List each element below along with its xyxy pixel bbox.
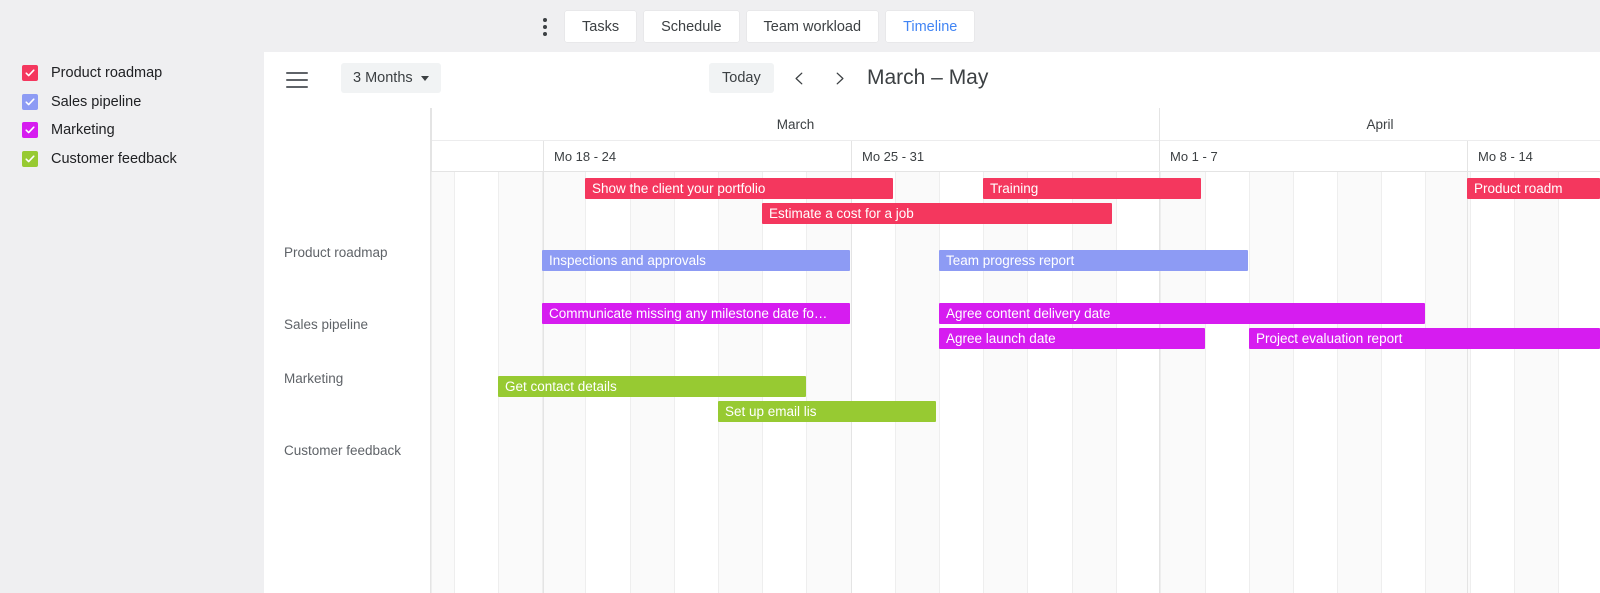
column-shade [1514, 172, 1558, 593]
column-shade [983, 172, 1027, 593]
grid-line [1558, 172, 1559, 593]
column-shade [1425, 172, 1470, 593]
checkbox-checked-icon[interactable] [22, 122, 38, 139]
gantt-row-label: Marketing [284, 371, 344, 386]
gantt-task-bar[interactable]: Inspections and approvals [542, 250, 850, 271]
checkbox-checked-icon[interactable] [22, 93, 38, 110]
legend-item-label: Product roadmap [51, 65, 163, 81]
column-shade [1160, 172, 1205, 593]
gantt-task-bar[interactable]: Agree launch date [939, 328, 1205, 349]
column-shade [431, 172, 454, 593]
gantt-row-labels: Product roadmap Sales pipeline Marketing Cu… [264, 108, 431, 593]
week-grid-line [851, 172, 852, 593]
checkbox-checked-icon[interactable] [22, 65, 38, 82]
week-header-cell: Mo 18 - 24 [543, 141, 851, 172]
grid-line [1425, 172, 1426, 593]
grid-line [1470, 172, 1471, 593]
tab-tasks[interactable]: Tasks [565, 11, 637, 42]
gantt-task-bar[interactable]: Show the client your portfolio [585, 178, 893, 199]
gantt-task-bar[interactable]: Team progress report [939, 250, 1248, 271]
timeline-panel: 3 Months Today March – May Product roadm… [264, 52, 1600, 593]
grid-line [1381, 172, 1382, 593]
grid-line [1514, 172, 1515, 593]
gantt-task-bar[interactable]: Estimate a cost for a job [762, 203, 1112, 224]
week-header-cell: Mo 25 - 31 [851, 141, 1159, 172]
week-header-cell: Mo 1 - 7 [1159, 141, 1467, 172]
week-header-row: Mo 18 - 24 Mo 25 - 31 Mo 1 - 7 Mo 8 - 14 [431, 141, 1600, 172]
chevron-right-icon[interactable] [825, 64, 853, 92]
grid-line [1116, 172, 1117, 593]
grid-line [983, 172, 984, 593]
gantt-row-label: Product roadmap [284, 245, 388, 260]
column-shade [895, 172, 939, 593]
grid-line [431, 172, 432, 593]
week-grid-line [1467, 172, 1468, 593]
grid-line [1027, 172, 1028, 593]
gantt-body: Show the client your portfolio Estimate a… [431, 172, 1600, 593]
more-vertical-icon[interactable] [536, 14, 554, 40]
grid-line [1249, 172, 1250, 593]
gantt-chart: Product roadmap Sales pipeline Marketing Cu… [264, 108, 1600, 593]
legend-item-label: Customer feedback [51, 150, 177, 167]
gantt-row-label: Customer feedback [284, 443, 402, 458]
week-header-cell: Mo 8 - 14 [1467, 141, 1600, 172]
legend-item[interactable]: Customer feedback [0, 145, 264, 174]
legend-item-label: Marketing [51, 122, 115, 138]
gantt-row-label: Sales pipeline [284, 317, 369, 332]
gantt-task-bar[interactable]: Set up email lis [718, 401, 936, 422]
tab-schedule[interactable]: Schedule [644, 11, 739, 42]
legend-item[interactable]: Marketing [0, 116, 264, 145]
timeline-toolbar: 3 Months Today March – May [264, 52, 1600, 108]
week-grid-line [1159, 172, 1160, 593]
sidebar-legend: Product roadmap Sales pipeline Marketing Cu… [0, 52, 264, 593]
range-title: March – May [867, 66, 989, 89]
month-header-row: March April [431, 108, 1600, 141]
column-shade [1337, 172, 1381, 593]
legend-item[interactable]: Sales pipeline [0, 88, 264, 117]
grid-line [454, 172, 455, 593]
grid-line [1160, 172, 1161, 593]
column-shade [1249, 172, 1293, 593]
range-select[interactable]: 3 Months [341, 63, 441, 93]
tab-timeline[interactable]: Timeline [886, 11, 975, 42]
month-header-cell: April [1159, 108, 1600, 141]
week-header-cell [431, 141, 543, 172]
grid-line [1337, 172, 1338, 593]
gantt-task-bar[interactable]: Product roadm [1467, 178, 1600, 199]
gantt-task-bar[interactable]: Project evaluation report [1249, 328, 1600, 349]
grid-line [806, 172, 807, 593]
column-shade [1072, 172, 1116, 593]
grid-line [1293, 172, 1294, 593]
grid-line [939, 172, 940, 593]
month-header-cell: March [431, 108, 1159, 141]
checkbox-checked-icon[interactable] [22, 150, 38, 167]
chevron-down-icon [420, 75, 429, 81]
grid-line [895, 172, 896, 593]
top-bar: Tasks Schedule Team workload Timeline [0, 0, 1600, 52]
column-shade [806, 172, 851, 593]
tab-group: Tasks Schedule Team workload Timeline [536, 11, 975, 42]
gantt-task-bar[interactable]: Get contact details [498, 376, 806, 397]
hamburger-icon[interactable] [286, 72, 308, 88]
gantt-task-bar[interactable]: Agree content delivery date [939, 303, 1425, 324]
range-select-label: 3 Months [353, 70, 413, 86]
gantt-grid: March April Mo 18 - 24 Mo 25 - 31 Mo 1 - 7M… [431, 108, 1600, 593]
legend-item[interactable]: Product roadmap [0, 59, 264, 88]
legend-item-label: Sales pipeline [51, 93, 142, 110]
today-button[interactable]: Today [709, 63, 774, 93]
chevron-left-icon[interactable] [785, 64, 813, 92]
grid-line [1072, 172, 1073, 593]
gantt-task-bar[interactable]: Communicate missing any milestone date f… [542, 303, 850, 324]
tab-team-workload[interactable]: Team workload [746, 11, 879, 42]
grid-line [1205, 172, 1206, 593]
gantt-task-bar[interactable]: Training [983, 178, 1201, 199]
